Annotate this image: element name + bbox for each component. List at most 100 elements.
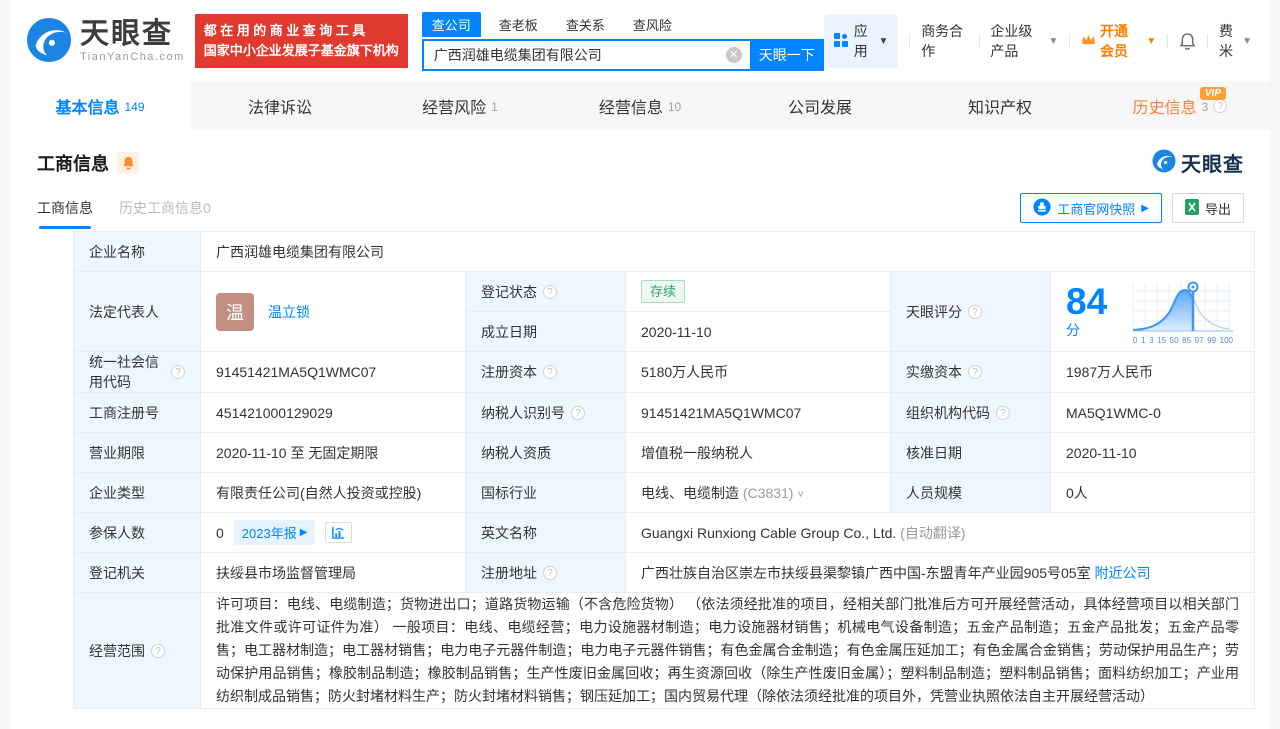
table-row: 统一社会信用代码 ? 91451421MA5Q1WMC07 注册资本 ? 518…	[73, 351, 1256, 393]
help-icon[interactable]: ?	[151, 643, 165, 658]
nav-cooperation[interactable]: 商务合作	[921, 21, 967, 61]
help-icon[interactable]: ?	[968, 365, 982, 379]
nearby-companies-link[interactable]: 附近公司	[1094, 565, 1150, 581]
org-code-label-cell: 组织机构代码 ?	[890, 392, 1051, 433]
reg-number-value: 451421000129029	[200, 392, 466, 433]
search-button[interactable]: 天眼一下	[749, 38, 824, 71]
tab-history-info[interactable]: VIP 历史信息 3 ?	[1090, 82, 1270, 130]
address-label: 注册地址	[481, 564, 537, 581]
tick-label: 3	[1149, 335, 1154, 345]
tick-label: 99	[1207, 335, 1217, 345]
tick-label: 50	[1169, 335, 1179, 345]
nav-enterprise[interactable]: 企业级产品 ▼	[990, 21, 1058, 61]
watermark-text: 天眼查	[1181, 154, 1244, 176]
vip-badge: VIP	[1199, 87, 1226, 100]
chevron-down-icon: ▼	[1048, 35, 1059, 47]
section-title: 工商信息	[37, 153, 109, 174]
business-info-table: 企业名称 广西润雄电缆集团有限公司 法定代表人 温 温立锁 登记状态 ? 存续 …	[73, 231, 1256, 709]
chevron-down-icon[interactable]: ˅	[797, 489, 803, 501]
avatar[interactable]: 温	[216, 292, 254, 331]
search-tab-relation[interactable]: 查关系	[556, 12, 615, 37]
official-snapshot-button[interactable]: 工商官网快照 ▶	[1020, 193, 1162, 223]
nav-user[interactable]: 费米 ▼	[1219, 21, 1252, 61]
org-code-value: MA5Q1WMC-0	[1049, 392, 1256, 433]
export-button[interactable]: 导出	[1171, 193, 1244, 223]
tab-label: 法律诉讼	[247, 100, 312, 117]
tab-count: 1	[491, 100, 498, 114]
auto-translate-note: (自动翻译)	[900, 524, 966, 541]
help-icon[interactable]: ?	[1213, 99, 1228, 113]
business-term-value: 2020-11-10 至 无固定期限	[200, 432, 466, 473]
uscc-value: 91451421MA5Q1WMC07	[200, 351, 466, 393]
reg-status-label: 登记状态	[481, 283, 537, 300]
search-module: 查公司 查老板 查关系 查风险 ✕ 天眼一下	[421, 11, 824, 71]
arrow-right-icon: ▶	[1141, 202, 1149, 214]
help-icon[interactable]: ?	[543, 365, 557, 379]
search-tabs: 查公司 查老板 查关系 查风险	[421, 11, 824, 37]
promo-line2: 国家中小企业发展子基金旗下机构	[203, 43, 399, 58]
insured-cell: 0 2023年报 ▶	[200, 512, 466, 553]
tab-count: 10	[667, 100, 682, 114]
establish-date-label: 成立日期	[465, 311, 626, 352]
reg-status-label-cell: 登记状态 ?	[465, 271, 626, 312]
nav-apps[interactable]: 应用 ▼	[823, 14, 899, 68]
top-header: 天眼查 TianYanCha.com 都在用的商业查询工具 国家中小企业发展子基…	[10, 0, 1270, 82]
search-input[interactable]	[421, 38, 750, 71]
export-label: 导出	[1204, 201, 1231, 217]
address-cell: 广西壮族自治区崇左市扶绥县渠黎镇广西中国-东盟青年产业园905号05室 附近公司	[624, 552, 1256, 593]
legal-rep-link[interactable]: 温立锁	[268, 302, 310, 322]
promo-line1: 都在用的商业查询工具	[203, 22, 369, 38]
notification-bell[interactable]	[1179, 32, 1196, 50]
business-term-label: 营业期限	[73, 432, 201, 473]
search-tab-company[interactable]: 查公司	[421, 11, 481, 37]
subtab-history-registration[interactable]: 历史工商信息0	[119, 198, 211, 229]
tab-business-info[interactable]: 经营信息 10	[550, 82, 730, 130]
industry-code: (C3831)	[742, 484, 794, 501]
tab-label: 经营风险	[422, 100, 487, 117]
paid-capital-label-cell: 实缴资本 ?	[890, 351, 1051, 393]
tab-label: 基本信息	[55, 100, 120, 117]
help-icon[interactable]: ?	[543, 565, 557, 580]
tab-basic-info[interactable]: 基本信息 149	[10, 82, 190, 130]
divider	[1069, 34, 1071, 48]
chevron-down-icon: ▼	[878, 35, 889, 47]
address-label-cell: 注册地址 ?	[465, 552, 626, 593]
score-distribution-chart[interactable]: 0 1 3 15 50 85 97 99 100	[1127, 279, 1239, 345]
help-icon[interactable]: ?	[571, 405, 585, 420]
tab-intellectual-property[interactable]: 知识产权	[910, 82, 1090, 130]
status-badge: 存续	[641, 280, 686, 303]
table-row: 营业期限 2020-11-10 至 无固定期限 纳税人资质 增值税一般纳税人 核…	[73, 432, 1256, 473]
tab-business-risk[interactable]: 经营风险 1	[370, 82, 550, 130]
uscc-label: 统一社会信用代码	[89, 354, 159, 390]
insured-trend-button[interactable]	[325, 522, 353, 543]
score-axis-ticks: 0 1 3 15 50 85 97 99 100	[1133, 336, 1233, 345]
tick-label: 100	[1219, 335, 1234, 345]
search-tab-boss[interactable]: 查老板	[489, 12, 548, 37]
tab-count: 3	[1201, 100, 1209, 114]
score-value: 84	[1066, 281, 1108, 322]
help-icon[interactable]: ?	[996, 405, 1010, 420]
help-icon[interactable]: ?	[171, 365, 185, 379]
clear-icon[interactable]: ✕	[725, 46, 742, 63]
chevron-down-icon: ▼	[1146, 35, 1157, 47]
excel-icon	[1184, 198, 1199, 218]
tab-legal-proceedings[interactable]: 法律诉讼	[190, 82, 370, 130]
top-nav: 应用 ▼ 商务合作 企业级产品 ▼ 开通会员 ▼ 费米 ▼	[823, 14, 1252, 68]
tianyancha-logo[interactable]: 天眼查 TianYanCha.com	[26, 17, 185, 66]
score-cell: 84分 0 1 3 15 50 85 97 99 100	[1049, 271, 1256, 352]
search-tab-risk[interactable]: 查风险	[623, 12, 682, 37]
annual-report-link[interactable]: 2023年报 ▶	[233, 520, 316, 545]
content-area: 工商信息 天眼查 工商信息 历史工商信息0 工商官网快照 ▶ 导出 企业名称 广…	[10, 130, 1270, 729]
help-icon[interactable]: ?	[543, 284, 557, 299]
table-row: 企业名称 广西润雄电缆集团有限公司	[73, 231, 1256, 272]
help-icon[interactable]: ?	[968, 304, 982, 319]
legal-rep-cell: 温 温立锁	[200, 271, 466, 352]
company-type-label: 企业类型	[73, 472, 201, 513]
nav-open-vip[interactable]: 开通会员 ▼	[1081, 21, 1156, 61]
subtab-business-registration[interactable]: 工商信息	[37, 198, 93, 229]
tab-company-development[interactable]: 公司发展	[730, 82, 910, 130]
table-row: 法定代表人 温 温立锁 登记状态 ? 存续 天眼评分 ? 84分 0 1 3 1…	[73, 271, 1256, 352]
score-label-cell: 天眼评分 ?	[890, 271, 1051, 352]
nav-open-vip-label: 开通会员	[1100, 23, 1129, 59]
subscribe-bell-icon[interactable]	[117, 151, 139, 174]
